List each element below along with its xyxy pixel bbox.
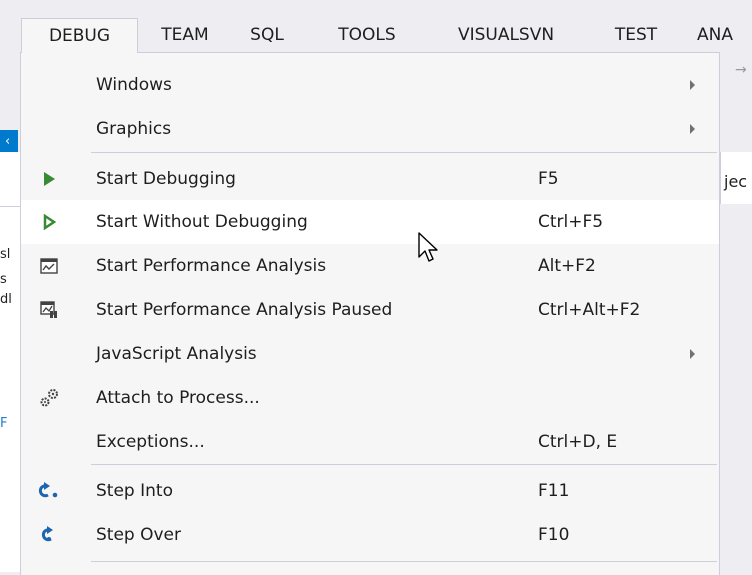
menu-item-attach-to-process[interactable]: Attach to Process... [21, 376, 719, 420]
menu-item-label: Step Over [96, 525, 181, 545]
editor-fragment: s [0, 272, 7, 287]
menu-item-windows[interactable]: Windows [21, 63, 719, 107]
submenu-arrow-icon [690, 124, 695, 134]
menu-separator [91, 152, 717, 153]
menu-bar: DEBUG TEAM SQL TOOLS VISUALSVN TEST ANA [0, 0, 752, 53]
mouse-cursor-icon [418, 232, 438, 268]
menu-debug[interactable]: DEBUG [21, 18, 138, 53]
menu-item-label: Start Performance Analysis Paused [96, 300, 393, 320]
menu-item-start-performance-analysis[interactable]: Start Performance Analysis Alt+F2 [21, 244, 719, 288]
menu-item-label: Step Into [96, 481, 173, 501]
menu-item-start-without-debugging[interactable]: Start Without Debugging Ctrl+F5 [21, 200, 719, 244]
menu-item-label: Graphics [96, 119, 172, 139]
menu-item-label: Start Debugging [96, 169, 236, 189]
chevron-left-icon[interactable]: ‹ [5, 135, 10, 149]
menu-item-shortcut: Alt+F2 [538, 256, 596, 276]
menu-item-shortcut: F10 [538, 525, 570, 545]
menu-item-exceptions[interactable]: Exceptions... Ctrl+D, E [21, 420, 719, 464]
menu-item-shortcut: Ctrl+D, E [538, 432, 618, 452]
menu-item-label: Start Performance Analysis [96, 256, 327, 276]
menu-team[interactable]: TEAM [150, 18, 220, 52]
menu-item-graphics[interactable]: Graphics [21, 107, 719, 151]
performance-icon [35, 252, 63, 280]
menu-item-label: Attach to Process... [96, 388, 260, 408]
menu-separator [91, 561, 717, 562]
submenu-arrow-icon [690, 80, 695, 90]
menu-item-shortcut: Ctrl+Alt+F2 [538, 300, 641, 320]
menu-item-shortcut: F11 [538, 481, 570, 501]
menu-analyze[interactable]: ANA [697, 18, 752, 52]
step-into-icon [35, 477, 63, 505]
play-outline-green-icon [35, 208, 63, 236]
menu-item-label: Exceptions... [96, 432, 205, 452]
menu-item-start-performance-analysis-paused[interactable]: Start Performance Analysis Paused Ctrl+A… [21, 288, 719, 332]
menu-item-label: JavaScript Analysis [96, 344, 257, 364]
menu-item-step-into[interactable]: Step Into F11 [21, 469, 719, 513]
submenu-arrow-icon [690, 349, 695, 359]
play-green-icon [35, 165, 63, 193]
step-over-icon [35, 521, 63, 549]
menu-item-label: Windows [96, 75, 172, 95]
menu-separator [91, 464, 717, 465]
performance-paused-icon [35, 296, 63, 324]
solution-explorer-fragment-text: jec [724, 172, 748, 191]
editor-fragment-link: F [0, 416, 8, 431]
arrow-right-icon: → [735, 62, 747, 78]
menu-item-shortcut: Ctrl+F5 [538, 212, 604, 232]
editor-fragment: sl [0, 247, 11, 262]
menu-test[interactable]: TEST [602, 18, 670, 52]
attach-gears-icon [35, 384, 63, 412]
debug-menu-dropdown: Windows Graphics Start Debugging F5 Star… [20, 52, 720, 575]
menu-sql[interactable]: SQL [241, 18, 293, 52]
menu-item-javascript-analysis[interactable]: JavaScript Analysis [21, 332, 719, 376]
menu-item-start-debugging[interactable]: Start Debugging F5 [21, 157, 719, 201]
menu-visualsvn[interactable]: VISUALSVN [433, 18, 579, 52]
menu-item-label: Start Without Debugging [96, 212, 308, 232]
editor-fragment: dl [0, 292, 12, 307]
menu-item-step-over[interactable]: Step Over F10 [21, 513, 719, 557]
menu-item-shortcut: F5 [538, 169, 559, 189]
menu-tools[interactable]: TOOLS [322, 18, 412, 52]
